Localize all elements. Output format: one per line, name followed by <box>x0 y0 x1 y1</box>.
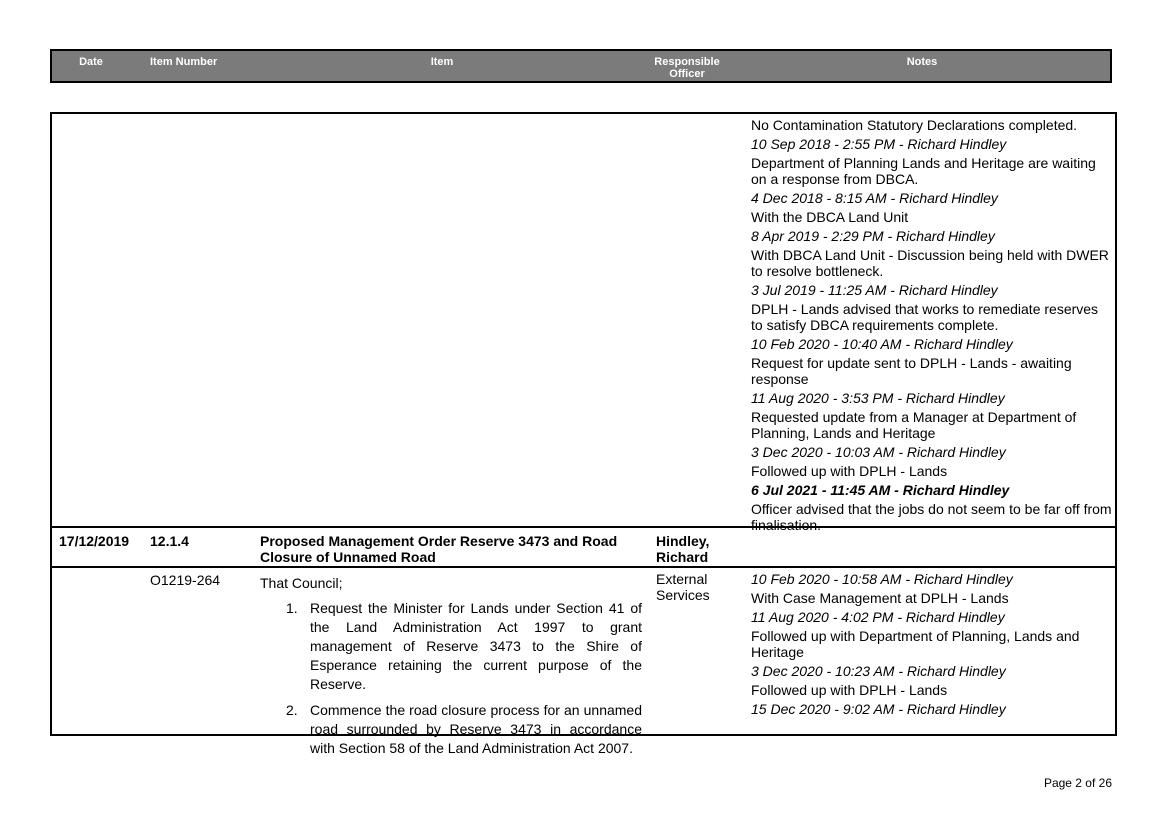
item-title: Proposed Management Order Reserve 3473 a… <box>260 533 618 565</box>
point-text: Request the Minister for Lands under Sec… <box>310 600 642 692</box>
resolution-text: That Council; 1. Request the Minister fo… <box>260 574 642 765</box>
note-text: Department of Planning Lands and Heritag… <box>751 155 1096 187</box>
item-officer: Hindley, Richard <box>656 533 710 565</box>
note-timestamp: 10 Sep 2018 - 2:55 PM - Richard Hindley <box>751 136 1007 152</box>
resolution-list: 1. Request the Minister for Lands under … <box>260 599 642 758</box>
minutes-table: No Contamination Statutory Declarations … <box>50 112 1117 756</box>
note-text: No Contamination Statutory Declarations … <box>751 117 1078 133</box>
note-timestamp: 11 Aug 2020 - 4:02 PM - Richard Hindley <box>751 609 1005 625</box>
note-text: With Case Management at DPLH - Lands <box>751 590 1009 606</box>
item-number: 12.1.4 <box>150 533 189 549</box>
note-text: Requested update from a Manager at Depar… <box>751 409 1077 441</box>
note-timestamp: 8 Apr 2019 - 2:29 PM - Richard Hindley <box>751 228 995 244</box>
note-timestamp: 10 Feb 2020 - 10:58 AM - Richard Hindley <box>751 571 1013 587</box>
header-date: Date <box>79 56 103 68</box>
note-text: With DBCA Land Unit - Discussion being h… <box>751 247 1109 279</box>
resolution-officer: External Services <box>656 571 710 603</box>
point-text: Commence the road closure process for an… <box>310 702 642 756</box>
header-officer: Responsible Officer <box>654 56 720 80</box>
resolution-intro: That Council; <box>260 575 343 591</box>
note-text: Followed up with DPLH - Lands <box>751 682 948 698</box>
note-text: With the DBCA Land Unit <box>751 209 909 225</box>
resolution-point: 2. Commence the road closure process for… <box>260 701 642 758</box>
note-timestamp: 4 Dec 2018 - 8:15 AM - Richard Hindley <box>751 190 998 206</box>
note-timestamp: 10 Feb 2020 - 10:40 AM - Richard Hindley <box>751 336 1013 352</box>
note-text: DPLH - Lands advised that works to remed… <box>751 301 1099 333</box>
note-text: Request for update sent to DPLH - Lands … <box>751 355 1072 387</box>
prior-notes: No Contamination Statutory Declarations … <box>751 117 1113 533</box>
note-timestamp: 11 Aug 2020 - 3:53 PM - Richard Hindley <box>751 390 1005 406</box>
point-number: 1. <box>286 600 298 616</box>
note-timestamp: 3 Dec 2020 - 10:03 AM - Richard Hindley <box>751 444 1006 460</box>
row-divider <box>52 526 1115 528</box>
note-timestamp: 6 Jul 2021 - 11:45 AM - Richard Hindley <box>751 482 1010 498</box>
note-text: Officer advised that the jobs do not see… <box>751 501 1112 533</box>
page-number: Page 2 of 26 <box>1043 776 1112 790</box>
note-text: Followed up with Department of Planning,… <box>751 628 1080 660</box>
item-date: 17/12/2019 <box>59 533 130 549</box>
header-notes: Notes <box>906 56 938 68</box>
resolution-number: O1219-264 <box>150 572 221 588</box>
note-timestamp: 3 Jul 2019 - 11:25 AM - Richard Hindley <box>751 282 998 298</box>
row-divider <box>52 566 1115 568</box>
header-item-number: Item Number <box>150 56 218 68</box>
resolution-notes: 10 Feb 2020 - 10:58 AM - Richard Hindley… <box>751 571 1113 717</box>
note-timestamp: 15 Dec 2020 - 9:02 AM - Richard Hindley <box>751 701 1006 717</box>
note-timestamp: 3 Dec 2020 - 10:23 AM - Richard Hindley <box>751 663 1006 679</box>
table-header: Date Item Number Item Responsible Office… <box>50 49 1112 83</box>
point-number: 2. <box>286 702 298 718</box>
resolution-point: 1. Request the Minister for Lands under … <box>260 599 642 694</box>
note-text: Followed up with DPLH - Lands <box>751 463 948 479</box>
header-item: Item <box>430 56 454 68</box>
